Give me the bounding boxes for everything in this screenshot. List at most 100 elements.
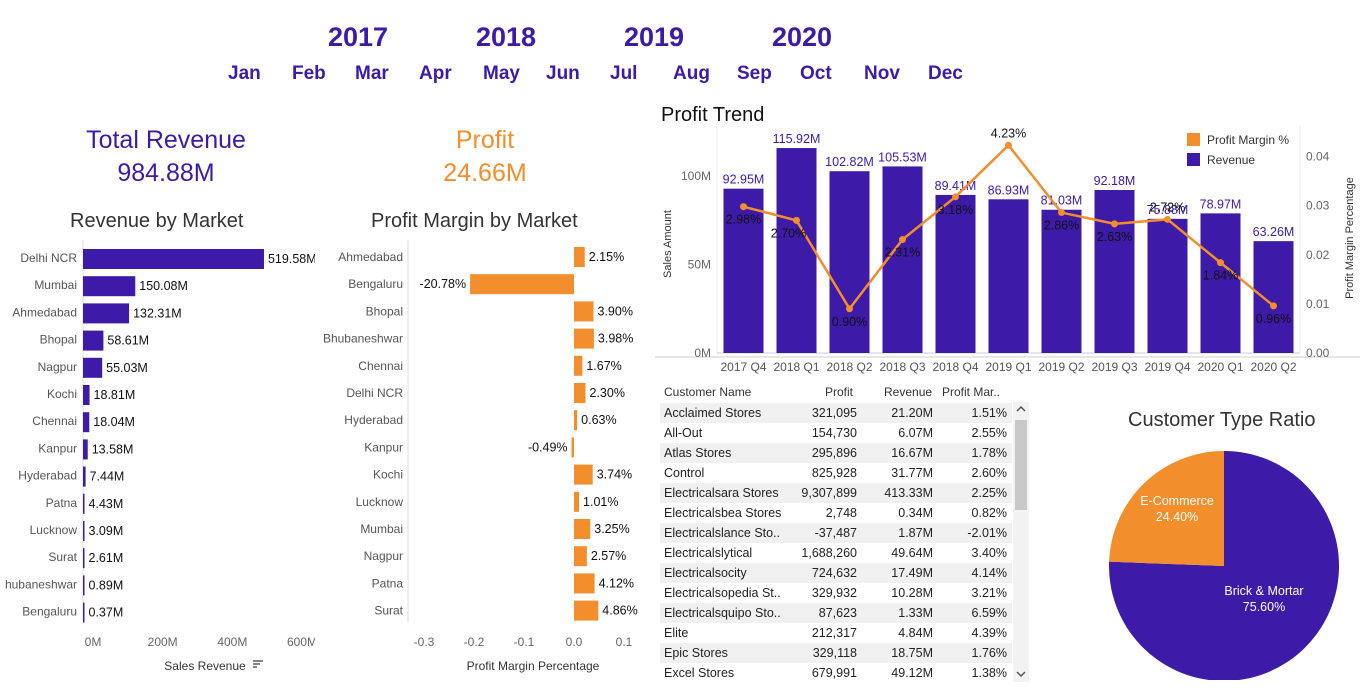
tick-label: -0.1 — [514, 635, 535, 649]
cell-revenue: 18.75M — [891, 646, 933, 660]
y2-tick-label: 0.04 — [1306, 150, 1330, 164]
table-row[interactable]: Acclaimed Stores 321,095 21.20M 1.51% — [660, 403, 1012, 423]
y-tick-label: 50M — [688, 258, 711, 272]
scroll-down-icon[interactable] — [1016, 670, 1026, 678]
col-profit-margin[interactable]: Profit Mar.. — [942, 385, 1000, 399]
margin-label: 2.31% — [885, 246, 920, 260]
table-row[interactable]: Electricalsopedia St.. 329,932 10.28M 3.21% — [660, 583, 1012, 603]
bar-label: 92.18M — [1094, 174, 1136, 188]
category-label: Lucknow — [356, 495, 404, 509]
data-label: 18.04M — [93, 415, 135, 429]
table-row[interactable]: Electricalslytical 1,688,260 49.64M 3.40% — [660, 543, 1012, 563]
month-jul[interactable]: Jul — [610, 63, 637, 85]
month-oct[interactable]: Oct — [800, 63, 832, 85]
table-scrollbar[interactable] — [1013, 402, 1029, 682]
cell-customer: Electricalslytical — [664, 546, 753, 560]
margin-point — [740, 203, 747, 211]
col-revenue[interactable]: Revenue — [884, 385, 932, 399]
month-jun[interactable]: Jun — [546, 63, 580, 85]
legend-swatch — [1187, 133, 1200, 146]
bar — [935, 194, 976, 353]
data-label: 55.03M — [106, 361, 148, 375]
cell-profit: 9,307,899 — [801, 486, 857, 500]
table-row[interactable]: Electricalsquipo Sto.. 87,623 1.33M 6.59% — [660, 603, 1012, 623]
year-2017[interactable]: 2017 — [328, 22, 388, 53]
table-row[interactable]: All-Out 154,730 6.07M 2.55% — [660, 423, 1012, 443]
month-nov[interactable]: Nov — [864, 63, 900, 85]
col-customer-name[interactable]: Customer Name — [664, 385, 751, 399]
year-2018[interactable]: 2018 — [476, 22, 536, 53]
y-tick-label: 0M — [694, 346, 711, 360]
data-label: 0.63% — [581, 413, 616, 427]
scroll-up-icon[interactable] — [1016, 405, 1026, 413]
cell-profit: 724,632 — [811, 566, 857, 580]
cell-margin: 6.59% — [971, 606, 1007, 620]
cell-profit: 2,748 — [825, 506, 857, 520]
y2-tick-label: 0.03 — [1306, 199, 1330, 213]
category-label: Nagpur — [364, 549, 403, 563]
margin-label: 2.98% — [726, 213, 761, 227]
table-row[interactable]: Electricalsara Stores 9,307,899 413.33M 2.2… — [660, 483, 1012, 503]
bar-label: 78.97M — [1200, 197, 1242, 211]
y2-tick-label: 0.01 — [1306, 297, 1330, 311]
table-row[interactable]: Electricalsbea Stores 2,748 0.34M 0.82% — [660, 503, 1012, 523]
bar — [571, 437, 574, 458]
bar — [988, 199, 1029, 353]
month-sep[interactable]: Sep — [737, 63, 772, 85]
bar — [574, 301, 594, 322]
y-tick-label: 100M — [681, 169, 711, 183]
table-row[interactable]: Electricalsocity 724,632 17.49M 4.14% — [660, 563, 1012, 583]
margin-label: 3.18% — [938, 203, 973, 217]
table-row[interactable]: Elite 212,317 4.84M 4.39% — [660, 623, 1012, 643]
month-feb[interactable]: Feb — [292, 63, 326, 85]
profit-trend-title: Profit Trend — [661, 104, 765, 126]
col-profit[interactable]: Profit — [825, 385, 853, 399]
scroll-thumb[interactable] — [1015, 420, 1027, 510]
category-label: Surat — [48, 550, 77, 564]
bar-label: 105.53M — [878, 150, 927, 164]
table-row[interactable]: Atlas Stores 295,896 16.67M 1.78% — [660, 443, 1012, 463]
month-jan[interactable]: Jan — [228, 63, 261, 85]
table-row[interactable]: Control 825,928 31.77M 2.60% — [660, 463, 1012, 483]
year-2020[interactable]: 2020 — [772, 22, 832, 53]
bar — [1253, 241, 1294, 353]
margin-point — [1005, 141, 1012, 149]
legend-label: Revenue — [1207, 153, 1255, 167]
month-may[interactable]: May — [483, 63, 520, 85]
data-label: 2.61M — [89, 551, 124, 565]
cell-revenue: 1.33M — [898, 606, 933, 620]
month-aug[interactable]: Aug — [673, 63, 710, 85]
data-label: 3.90% — [598, 304, 633, 318]
bar — [574, 600, 599, 621]
month-mar[interactable]: Mar — [355, 63, 389, 85]
table-row[interactable]: Epic Stores 329,118 18.75M 1.76% — [660, 643, 1012, 663]
tick-label: 0.1 — [616, 635, 633, 649]
table-row[interactable]: Excel Stores 679,991 49.12M 1.38% — [660, 663, 1012, 683]
month-apr[interactable]: Apr — [419, 63, 452, 85]
sort-icon — [253, 660, 263, 668]
cell-margin: 1.76% — [971, 646, 1007, 660]
data-label: 1.01% — [583, 495, 618, 509]
data-label: 0.89M — [89, 578, 124, 592]
x-tick-label: 2018 Q4 — [932, 360, 978, 374]
bar — [83, 385, 90, 405]
month-dec[interactable]: Dec — [928, 63, 963, 85]
cell-margin: -2.01% — [967, 526, 1007, 540]
cell-revenue: 31.77M — [891, 466, 933, 480]
year-2019[interactable]: 2019 — [624, 22, 684, 53]
cell-profit: 1,688,260 — [801, 546, 857, 560]
table-row[interactable]: Electricalslance Sto.. -37,487 1.87M -2.01% — [660, 523, 1012, 543]
y-axis-title: Sales Amount — [662, 210, 674, 278]
category-label: Kanpur — [364, 440, 403, 454]
legend-label: Profit Margin % — [1207, 133, 1289, 147]
bar — [83, 575, 85, 596]
bar — [574, 519, 591, 539]
category-label: Patna — [372, 576, 404, 590]
bar — [574, 383, 586, 403]
margin-label: 4.23% — [991, 126, 1026, 140]
bar — [574, 573, 595, 594]
margin-point — [793, 216, 800, 224]
cell-customer: Electricalsopedia St.. — [664, 586, 781, 600]
data-label: 4.43M — [89, 497, 124, 511]
category-label: Surat — [374, 604, 403, 618]
